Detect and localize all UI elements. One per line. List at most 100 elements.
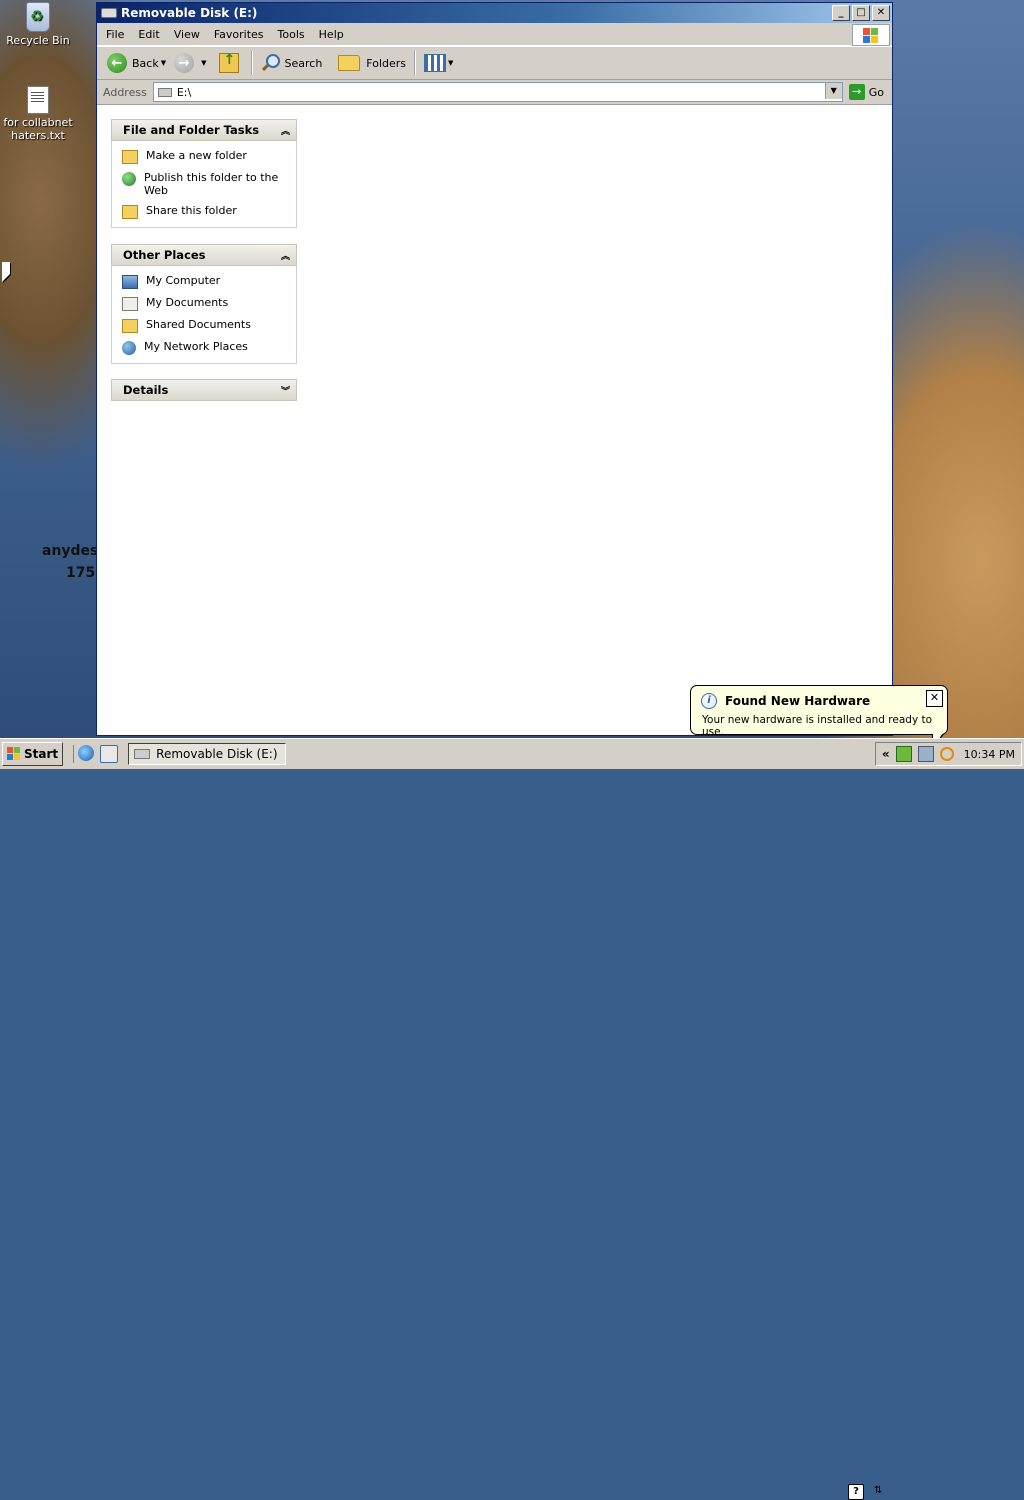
menu-edit[interactable]: Edit (131, 28, 166, 41)
notification-balloon[interactable]: i Found New Hardware ✕ Your new hardware… (690, 685, 948, 738)
removable-disk-icon (134, 749, 151, 759)
my-network-places-link[interactable]: My Network Places (122, 340, 290, 355)
details-pane: Details ︾ (111, 379, 297, 401)
back-button[interactable]: ← Back ▼ (103, 50, 170, 76)
recycle-bin-icon (26, 2, 50, 32)
share-folder-link[interactable]: Share this folder (122, 204, 290, 219)
link-label: Shared Documents (146, 318, 251, 331)
address-input[interactable]: E:\ ▼ (152, 82, 843, 102)
collapse-chevron-icon[interactable]: ︽ (281, 124, 290, 137)
balloon-title: Found New Hardware (725, 694, 871, 708)
standard-toolbar: ← Back ▼ → ▼ Search Folders ▼ (97, 46, 892, 80)
chevron-down-icon[interactable]: ▼ (448, 59, 453, 67)
internet-explorer-icon[interactable] (78, 745, 95, 761)
up-folder-button[interactable] (211, 50, 247, 76)
views-icon (424, 54, 447, 72)
address-dropdown-icon[interactable]: ▼ (824, 83, 842, 99)
windows-logo-icon (7, 747, 21, 761)
taskbar-button-removable-disk[interactable]: Removable Disk (E:) (128, 743, 287, 765)
title-bar[interactable]: Removable Disk (E:) _ □ ✕ (97, 3, 892, 23)
folders-label: Folders (366, 56, 407, 70)
text-file-icon (27, 86, 49, 114)
clock[interactable]: 10:34 PM (964, 748, 1015, 761)
details-header[interactable]: Details ︾ (111, 379, 297, 401)
taskbar: Start Removable Disk (E:) ? ⇅ « 10:34 PM (0, 738, 1024, 1500)
link-label: Make a new folder (146, 149, 247, 162)
my-computer-link[interactable]: My Computer (122, 274, 290, 289)
go-label: Go (868, 85, 884, 99)
close-button[interactable]: ✕ (872, 5, 890, 21)
folders-button[interactable]: Folders (334, 50, 410, 76)
my-documents-link[interactable]: My Documents (122, 296, 290, 311)
share-folder-icon (122, 205, 138, 219)
task-button-label: Removable Disk (E:) (156, 747, 278, 761)
publish-web-icon (122, 172, 136, 186)
window-title: Removable Disk (E:) (121, 6, 258, 20)
make-new-folder-link[interactable]: Make a new folder (122, 149, 290, 164)
windows-logo-icon (852, 24, 890, 46)
link-label: Publish this folder to the Web (144, 171, 279, 197)
menu-favorites[interactable]: Favorites (207, 28, 271, 41)
balloon-message: Your new hardware is installed and ready… (702, 714, 933, 738)
pane-title: File and Folder Tasks (123, 123, 260, 137)
desktop-icon-text-file[interactable]: for collabnet haters.txt (0, 86, 78, 142)
show-desktop-icon[interactable] (100, 745, 119, 763)
balloon-close-button[interactable]: ✕ (926, 690, 943, 707)
my-documents-icon (122, 297, 138, 311)
address-bar: Address E:\ ▼ → Go (97, 80, 892, 105)
start-label: Start (24, 747, 59, 761)
go-arrow-icon: → (848, 84, 865, 100)
explorer-window: Removable Disk (E:) _ □ ✕ File Edit View… (96, 2, 893, 736)
network-icon[interactable] (917, 746, 934, 762)
menu-tools[interactable]: Tools (271, 28, 312, 41)
pane-title: Details (123, 383, 169, 397)
address-label: Address (103, 85, 147, 99)
back-label: Back (132, 56, 159, 70)
address-value: E:\ (176, 85, 192, 99)
pane-title: Other Places (123, 248, 206, 262)
desktop-icon-recycle-bin[interactable]: Recycle Bin (0, 2, 78, 47)
forward-button[interactable]: → ▼ (170, 50, 210, 76)
link-label: Share this folder (146, 204, 237, 217)
minimize-button[interactable]: _ (832, 5, 850, 21)
file-folder-tasks-pane: File and Folder Tasks ︽ Make a new folde… (111, 119, 297, 228)
search-tray-icon[interactable] (939, 747, 954, 761)
file-folder-tasks-body: Make a new folder Publish this folder to… (111, 141, 297, 228)
collapse-chevron-icon[interactable]: ︽ (281, 249, 290, 262)
language-bar-icon[interactable]: ⇅ (874, 1485, 888, 1499)
search-icon (261, 54, 280, 72)
other-places-header[interactable]: Other Places ︽ (111, 244, 297, 266)
file-folder-tasks-header[interactable]: File and Folder Tasks ︽ (111, 119, 297, 141)
chevron-down-icon[interactable]: ▼ (161, 59, 166, 67)
other-places-pane: Other Places ︽ My Computer My Documents … (111, 244, 297, 364)
start-button[interactable]: Start (2, 742, 64, 766)
menu-view[interactable]: View (167, 28, 207, 41)
go-button[interactable]: → Go (843, 84, 892, 100)
chevron-down-icon[interactable]: ▼ (201, 59, 206, 67)
search-button[interactable]: Search (257, 50, 327, 76)
shared-documents-link[interactable]: Shared Documents (122, 318, 290, 333)
views-button[interactable]: ▼ (420, 50, 457, 76)
hardware-icon[interactable] (895, 746, 912, 762)
publish-folder-link[interactable]: Publish this folder to the Web (122, 171, 290, 197)
new-folder-icon (122, 150, 138, 164)
folder-content-area[interactable]: File and Folder Tasks ︽ Make a new folde… (97, 105, 892, 735)
help-icon[interactable]: ? (848, 1484, 864, 1500)
maximize-button[interactable]: □ (852, 5, 870, 21)
shared-documents-icon (122, 319, 138, 333)
desktop-icon-label: for collabnet haters.txt (3, 116, 73, 142)
show-hidden-icons-chevron-icon[interactable]: « (882, 747, 890, 761)
desktop-icon-label: Recycle Bin (6, 34, 70, 47)
info-icon: i (701, 693, 717, 709)
other-places-body: My Computer My Documents Shared Document… (111, 266, 297, 364)
expand-chevron-icon[interactable]: ︾ (281, 384, 290, 397)
folders-icon (338, 55, 361, 71)
link-label: My Documents (146, 296, 229, 309)
toolbar-separator (250, 51, 253, 75)
toolbar-separator (414, 51, 417, 75)
search-label: Search (284, 56, 323, 70)
removable-disk-icon (101, 8, 117, 18)
menu-help[interactable]: Help (312, 28, 351, 41)
menu-file[interactable]: File (99, 28, 131, 41)
mouse-cursor-icon (2, 262, 10, 282)
